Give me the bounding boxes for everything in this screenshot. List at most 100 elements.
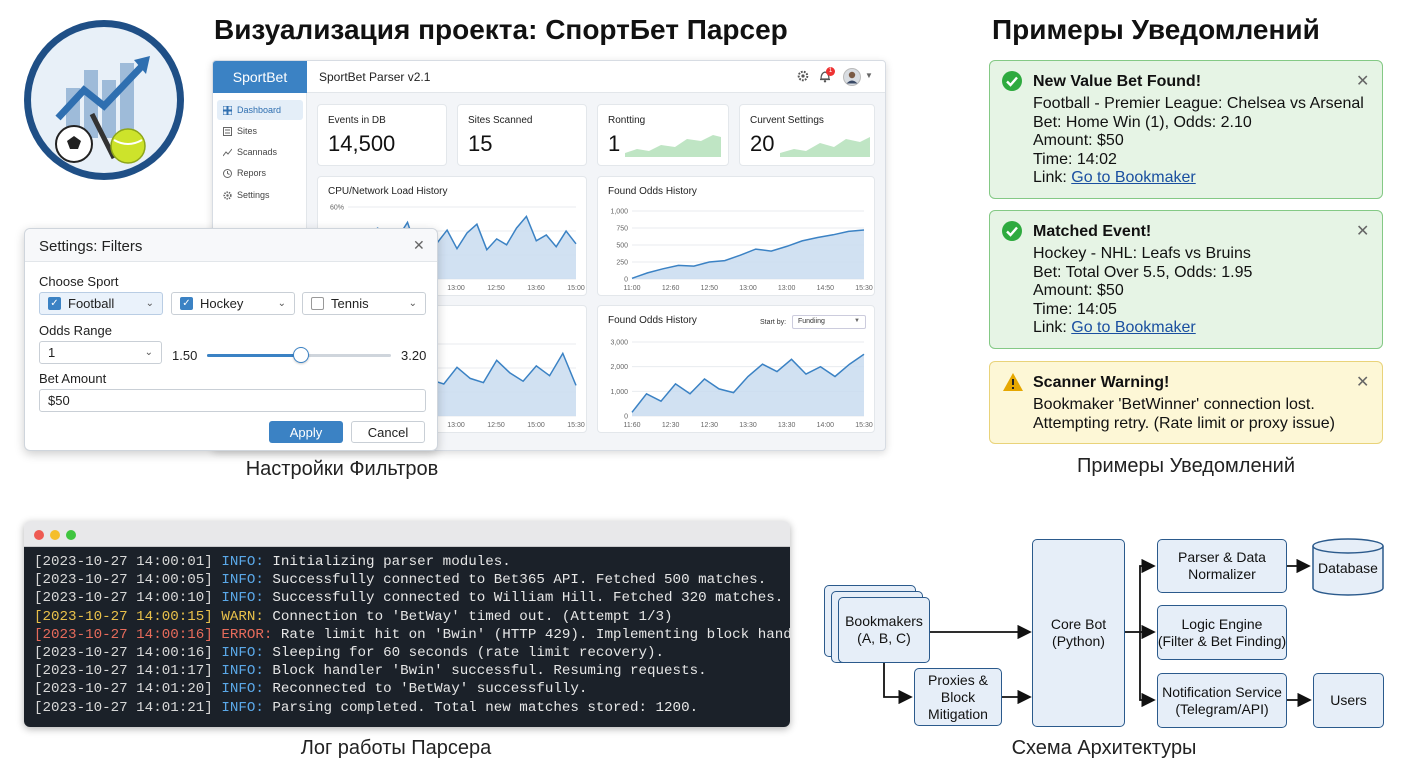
notification-line: Attempting retry. (Rate limit or proxy i…	[1033, 415, 1336, 432]
found-odds-chart-2: 3,000 2,000 1,000 011:60 12:30 12:30 13:30 13:3…	[610, 340, 872, 430]
log-timestamp: [2023-10-27 14:01:20]	[34, 681, 222, 698]
sidebar-item-scannads[interactable]: Scannads	[217, 142, 303, 162]
users-box[interactable]: Users	[1313, 673, 1384, 728]
notifications-caption: Примеры Уведомлений	[1077, 455, 1295, 477]
minimize-dot-icon[interactable]	[50, 530, 60, 540]
sport-label: Hockey	[200, 296, 244, 311]
notifications-heading: Примеры Уведомлений	[992, 14, 1320, 45]
y-tick-label: 2,000	[610, 364, 628, 371]
close-icon[interactable]: ✕	[413, 237, 425, 254]
parser-log-window: [2023-10-27 14:00:01] INFO: Initializing…	[24, 521, 790, 727]
sport-hockey-select[interactable]: ✓ Hockey ⌄	[171, 292, 295, 315]
log-line: [2023-10-27 14:00:10] INFO: Successfully…	[34, 589, 790, 607]
log-line: [2023-10-27 14:00:01] INFO: Initializing…	[34, 553, 790, 571]
checkbox-checked-icon[interactable]: ✓	[48, 297, 61, 310]
log-message: Successfully connected to Bet365 API. Fe…	[263, 572, 767, 589]
chevron-down-icon: ⌄	[277, 298, 286, 309]
y-tick-label: 1,000	[610, 209, 628, 216]
close-dot-icon[interactable]	[34, 530, 44, 540]
sort-select-value: Fundiing	[798, 318, 825, 325]
bet-amount-input[interactable]: $50	[39, 389, 426, 412]
stat-label: Sites Scanned	[468, 115, 533, 126]
log-timestamp: [2023-10-27 14:00:01]	[34, 554, 222, 570]
log-line: [2023-10-27 14:01:20] INFO: Reconnected …	[34, 680, 790, 698]
odds-slider-track[interactable]	[207, 347, 391, 363]
sidebar-item-sites[interactable]: Sites	[217, 121, 303, 141]
sport-tennis-select[interactable]: Tennis ⌄	[302, 292, 426, 315]
notification-service-box[interactable]: Notification Service (Telegram/API)	[1157, 673, 1287, 728]
y-tick-label: 500	[616, 243, 628, 250]
proxies-box[interactable]: Proxies & Block Mitigation	[914, 668, 1002, 726]
maximize-dot-icon[interactable]	[66, 530, 76, 540]
log-level: INFO:	[221, 554, 264, 570]
notification-line: Hockey - NHL: Leafs vs Bruins	[1033, 245, 1251, 262]
sidebar-item-label: Scannads	[237, 147, 278, 157]
terminal-titlebar	[24, 521, 790, 547]
bookmaker-link[interactable]: Go to Bookmaker	[1071, 319, 1196, 336]
notification-line: Bet: Home Win (1), Odds: 2.10	[1033, 114, 1252, 131]
log-line: [2023-10-27 14:00:16] ERROR: Rate limit …	[34, 626, 790, 644]
parser-normalizer-box[interactable]: Parser & Data Normalizer	[1157, 539, 1287, 593]
series-area	[632, 354, 864, 416]
odds-select-value: 1	[48, 345, 56, 360]
close-icon[interactable]: ✕	[1356, 372, 1369, 392]
x-tick-label: 12:60	[662, 285, 680, 292]
log-line: [2023-10-27 14:01:17] INFO: Block handle…	[34, 662, 790, 680]
brand-label[interactable]: SportBet	[213, 61, 307, 93]
filters-caption: Настройки Фильтров	[245, 458, 439, 480]
sport-football-select[interactable]: ✓ Football ⌄	[39, 292, 163, 315]
cancel-button[interactable]: Cancel	[351, 421, 425, 443]
odds-range-select[interactable]: 1 ⌄	[39, 341, 162, 364]
x-tick-label: 15:30	[855, 285, 873, 292]
sidebar-item-settings[interactable]: Settings	[217, 185, 303, 205]
chevron-down-icon[interactable]: ▼	[865, 71, 873, 80]
log-level: INFO:	[221, 699, 264, 716]
clock-icon	[223, 168, 232, 178]
log-level: WARN:	[221, 608, 264, 625]
check-circle-icon	[1002, 221, 1022, 241]
log-level: ERROR:	[221, 626, 273, 643]
found-odds-chart-card: Found Odds History 1,000 750 500 250 0 11:00 1…	[597, 176, 875, 296]
log-level: INFO:	[221, 645, 264, 662]
choose-sport-label: Choose Sport	[39, 274, 119, 289]
sort-select[interactable]: Fundiing ▼	[792, 315, 866, 329]
settings-gear-icon[interactable]	[797, 70, 809, 82]
odds-min-value: 1.50	[172, 348, 198, 363]
stat-card-sites: Sites Scanned 15	[457, 104, 587, 166]
checkbox-empty-icon[interactable]	[311, 297, 324, 310]
log-timestamp: [2023-10-27 14:01:21]	[34, 699, 222, 716]
sort-label: Start by:	[760, 319, 787, 326]
sidebar-item-label: Sites	[237, 126, 258, 136]
log-message: Block handler 'Bwin' successful. Resumin…	[263, 663, 707, 680]
checkbox-checked-icon[interactable]: ✓	[180, 297, 193, 310]
log-level: INFO:	[221, 681, 264, 698]
series-area	[632, 230, 864, 279]
notification-scanner-warning: Scanner Warning! ✕ Bookmaker 'BetWinner'…	[989, 361, 1383, 444]
log-caption: Лог работы Парсера	[300, 737, 492, 759]
sidebar-item-dashboard[interactable]: Dashboard	[217, 100, 303, 120]
sidebar-item-repors[interactable]: Repors	[217, 163, 303, 183]
database-cylinder[interactable]: Database	[1312, 538, 1384, 596]
stat-value: 14,500	[328, 131, 396, 156]
stat-value: 1	[608, 131, 621, 156]
log-message: Parsing completed. Total new matches sto…	[263, 699, 699, 716]
stat-card-settings: Curvent Settings 20	[739, 104, 875, 166]
chart-title: Found Odds History	[608, 186, 697, 197]
close-icon[interactable]: ✕	[1356, 71, 1369, 91]
odds-slider-handle[interactable]	[292, 347, 309, 363]
chevron-down-icon: ⌄	[408, 298, 417, 309]
core-bot-box[interactable]: Core Bot (Python)	[1032, 539, 1125, 727]
logic-engine-box[interactable]: Logic Engine (Filter & Bet Finding)	[1157, 605, 1287, 660]
bookmaker-link[interactable]: Go to Bookmaker	[1071, 169, 1196, 186]
bookmakers-box[interactable]: Bookmakers (A, B, C)	[838, 597, 930, 663]
close-icon[interactable]: ✕	[1356, 221, 1369, 241]
apply-button[interactable]: Apply	[269, 421, 343, 443]
avatar[interactable]	[843, 68, 861, 86]
sidebar-item-label: Settings	[237, 190, 270, 200]
x-tick-label: 13:30	[739, 422, 757, 429]
notification-title: New Value Bet Found!	[1033, 73, 1202, 90]
stat-label: Rontting	[608, 115, 646, 126]
log-message: Successfully connected to William Hill. …	[263, 590, 784, 607]
log-output[interactable]: [2023-10-27 14:00:01] INFO: Initializing…	[24, 547, 790, 727]
x-tick-label: 13:00	[447, 422, 465, 429]
